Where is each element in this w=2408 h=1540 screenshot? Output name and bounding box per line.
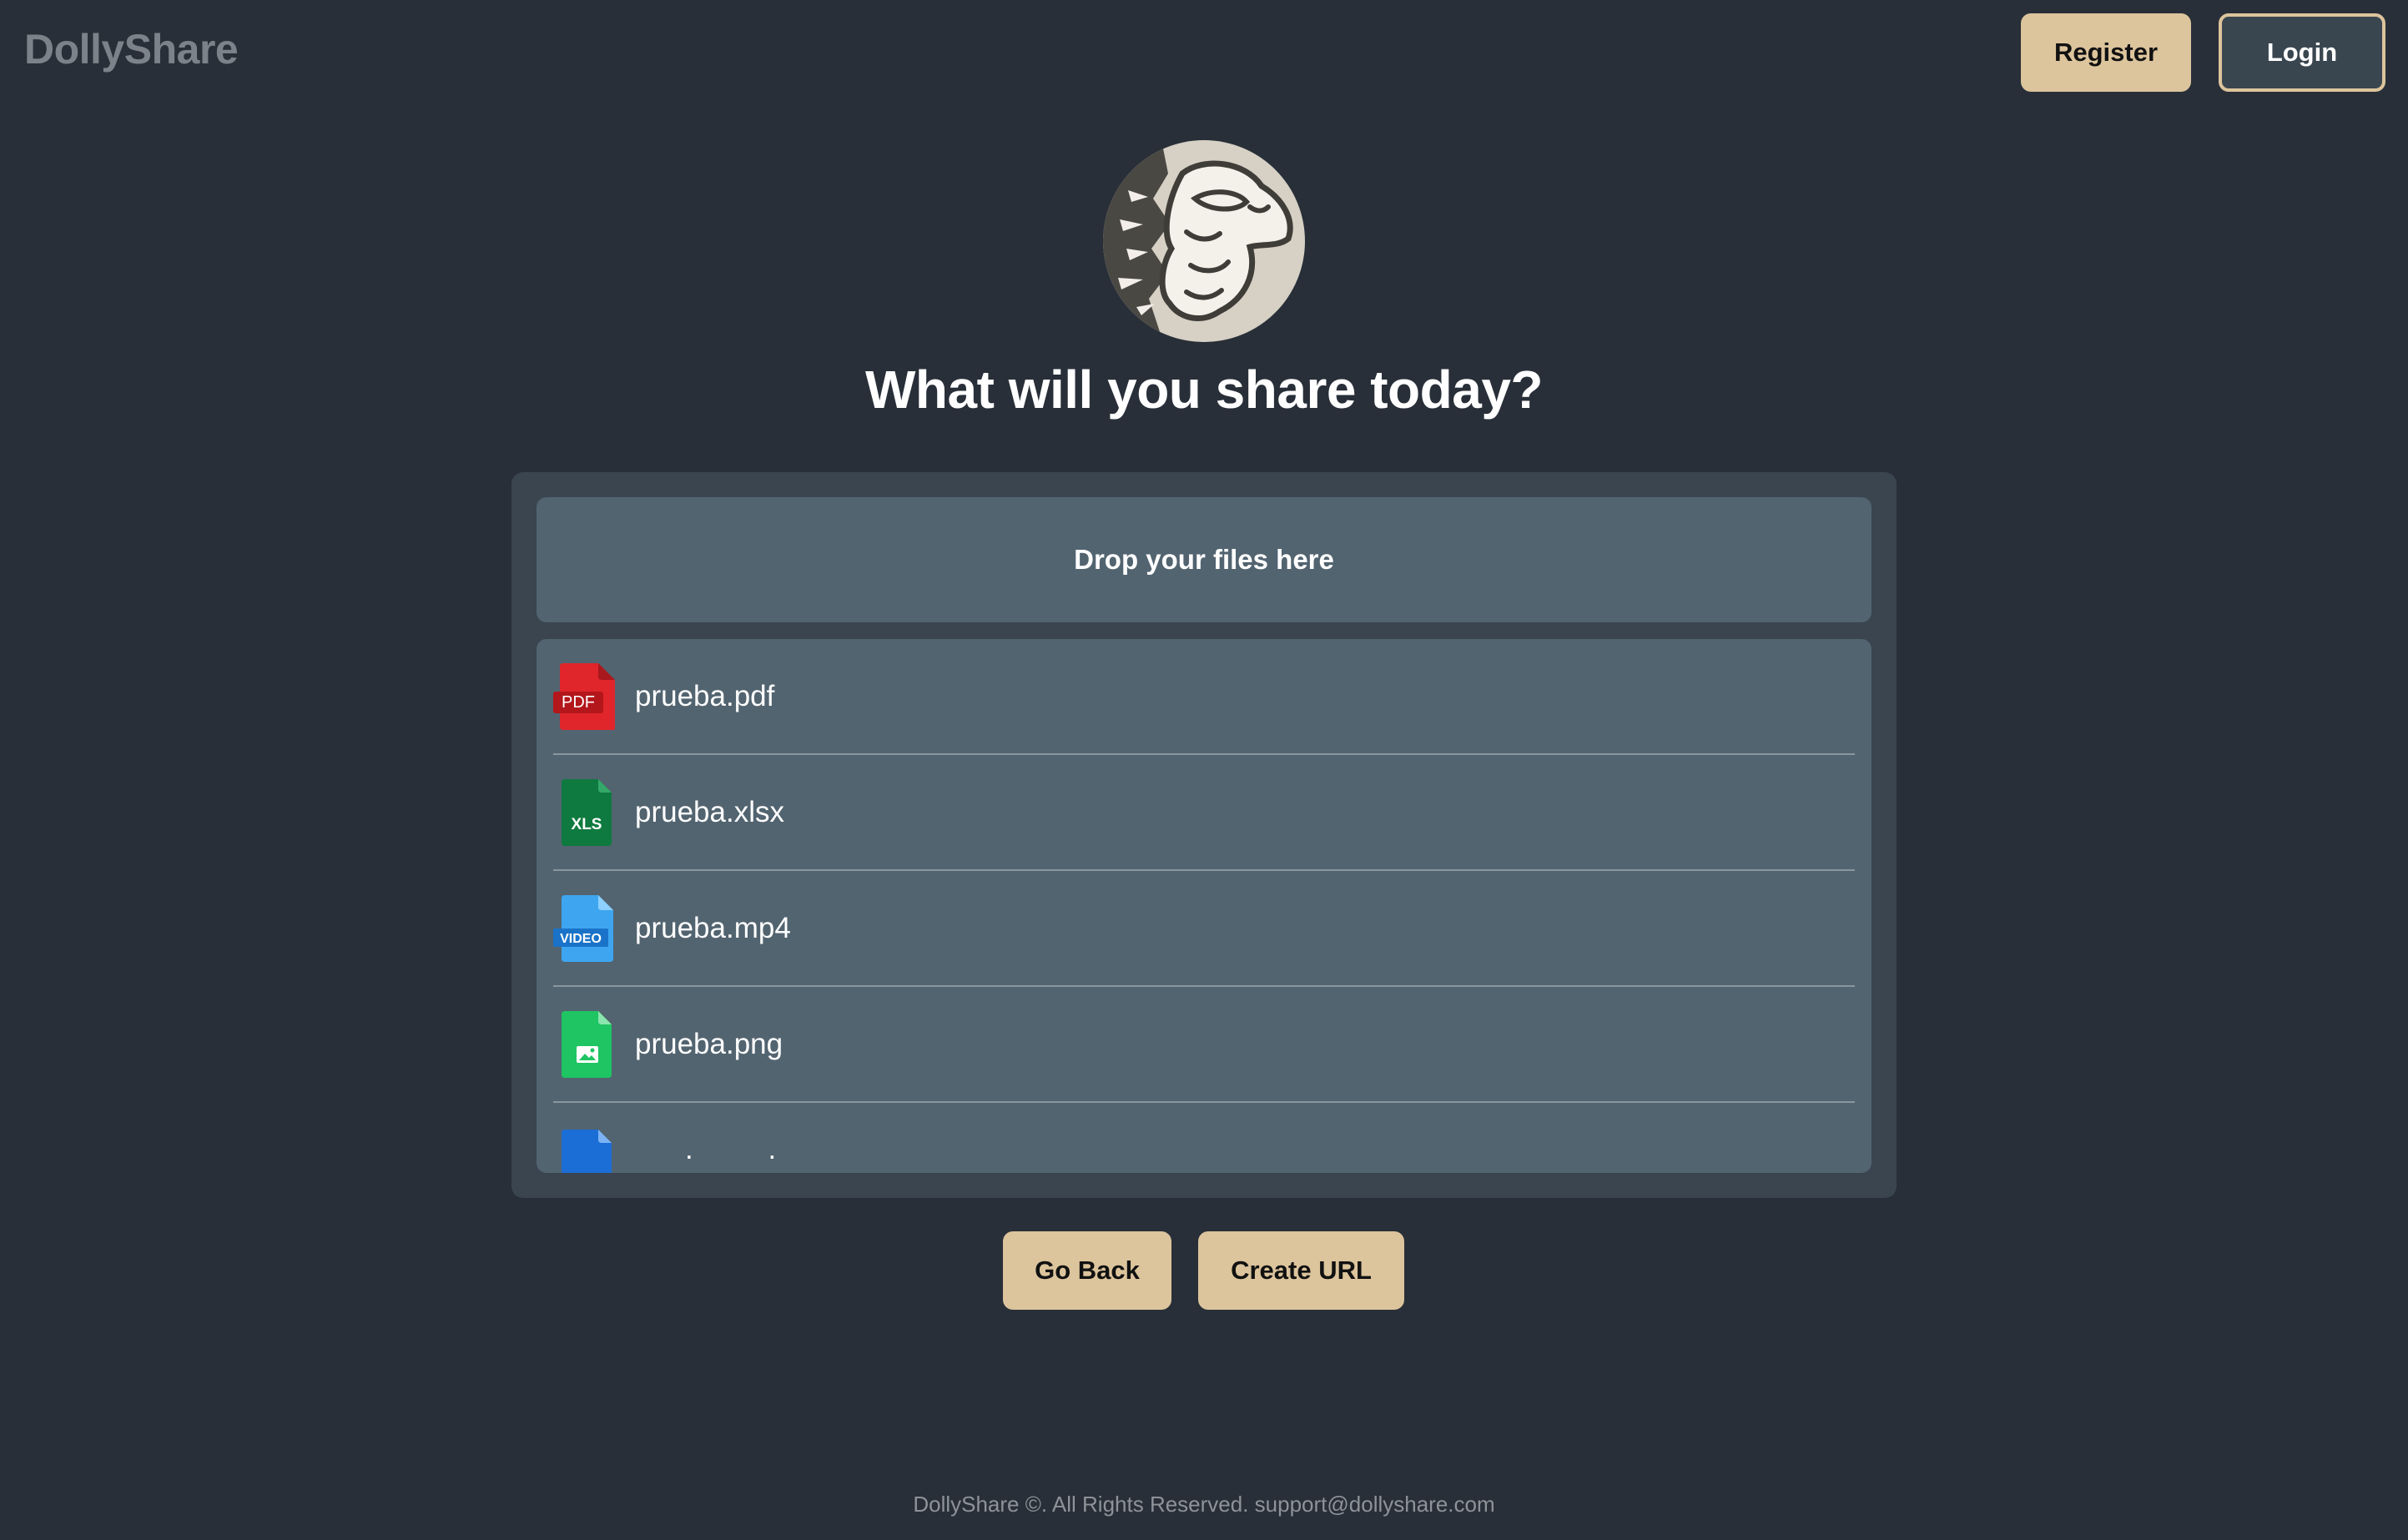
file-badge: PDF [562, 693, 595, 712]
doc-file-icon [562, 1130, 612, 1173]
file-badge: VIDEO [560, 932, 602, 946]
file-list-item[interactable]: VIDEO prueba.mp4 [553, 871, 1855, 987]
file-name: prueba.pdf [635, 679, 775, 712]
file-name: prueba.png [635, 1027, 783, 1060]
file-list-item[interactable]: prueba.png [553, 987, 1855, 1103]
brand-logo[interactable]: DollyShare [24, 25, 239, 73]
pdf-file-icon: PDF [553, 662, 615, 730]
xls-file-icon: XLS [562, 778, 612, 846]
file-list[interactable]: PDF prueba.pdf XLS prueba.xlsx VIDEO pru… [537, 639, 1871, 1173]
file-badge: XLS [572, 816, 602, 833]
file-list-item[interactable]: PDF prueba.pdf [553, 639, 1855, 755]
upload-panel: Drop your files here PDF prueba.pdf XLS … [511, 472, 1897, 1198]
register-button[interactable]: Register [2021, 13, 2191, 92]
video-file-icon: VIDEO [553, 894, 613, 962]
file-dropzone[interactable]: Drop your files here [537, 497, 1871, 622]
page-title: What will you share today? [865, 360, 1544, 420]
sheep-logo-icon [1103, 140, 1305, 342]
go-back-button[interactable]: Go Back [1003, 1231, 1171, 1310]
footer-text: DollyShare ©. All Rights Reserved. suppo… [913, 1492, 1495, 1517]
file-name: . . [685, 1133, 810, 1165]
file-name: prueba.mp4 [635, 911, 791, 944]
page: DollyShare Register Login What will you … [0, 0, 2408, 1540]
create-url-button[interactable]: Create URL [1198, 1231, 1404, 1310]
login-button[interactable]: Login [2219, 13, 2385, 92]
file-list-item[interactable]: XLS prueba.xlsx [553, 755, 1855, 871]
image-file-icon [562, 1010, 612, 1078]
file-list-item[interactable]: . . [553, 1103, 1855, 1173]
file-name: prueba.xlsx [635, 795, 784, 828]
